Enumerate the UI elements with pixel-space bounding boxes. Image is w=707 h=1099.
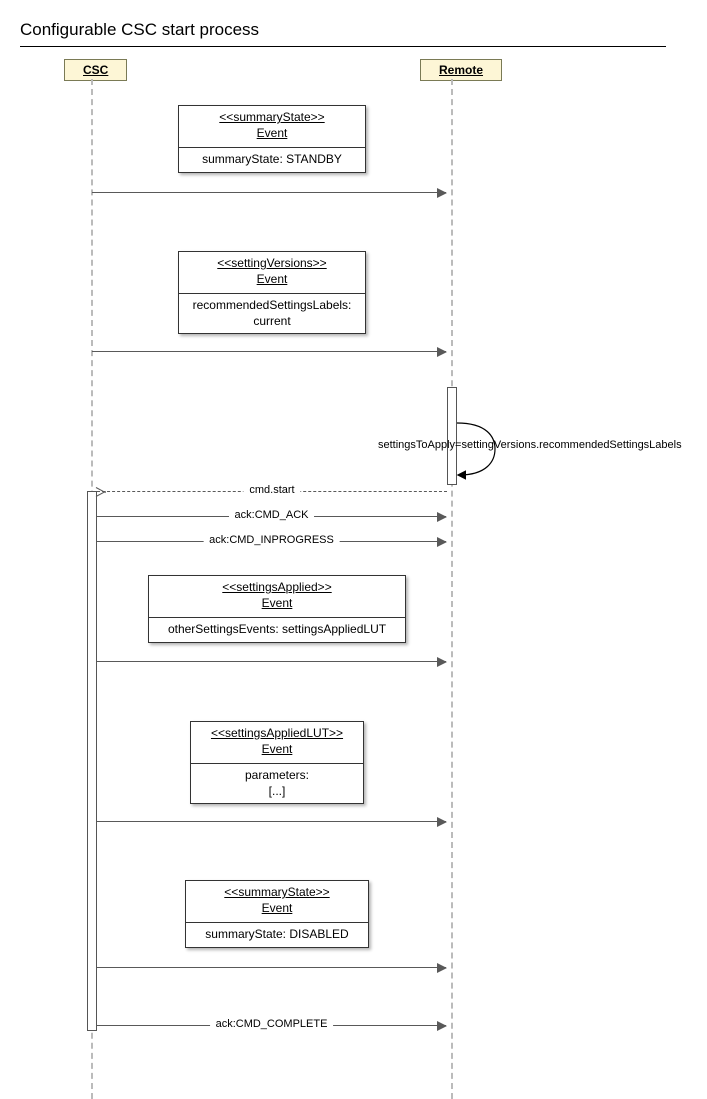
lifeline-remote	[451, 79, 453, 1099]
event-body: summaryState: DISABLED	[186, 923, 368, 947]
arrow-settingsapplied	[97, 661, 446, 662]
activation-csc	[87, 491, 97, 1031]
event-body-line2: [...]	[269, 784, 286, 798]
event-name: Event	[262, 596, 293, 610]
arrow-label: ack:CMD_COMPLETE	[210, 1018, 334, 1030]
event-settingsappliedlut: <<settingsAppliedLUT>> Event parameters:…	[190, 721, 364, 804]
event-body: summaryState: STANDBY	[179, 148, 365, 172]
diagram-title: Configurable CSC start process	[20, 20, 707, 40]
stereotype-label: <<settingsAppliedLUT>>	[211, 726, 343, 740]
self-message-label: settingsToApply=settingVersions.recommen…	[378, 439, 682, 451]
sequence-diagram: CSC Remote <<summaryState>> Event summar…	[20, 59, 700, 1099]
arrow-settingversions	[92, 351, 446, 352]
arrow-ack-complete: ack:CMD_COMPLETE	[97, 1025, 446, 1026]
stereotype-label: <<settingsApplied>>	[222, 580, 331, 594]
arrow-settingsappliedlut	[97, 821, 446, 822]
event-settingversions: <<settingVersions>> Event recommendedSet…	[178, 251, 366, 334]
arrow-label: ack:CMD_INPROGRESS	[203, 534, 340, 546]
participant-remote: Remote	[420, 59, 502, 81]
arrow-label: ack:CMD_ACK	[229, 509, 315, 521]
arrow-ack-cmdack: ack:CMD_ACK	[97, 516, 446, 517]
arrow-label: cmd.start	[243, 484, 300, 496]
arrow-summary-standby	[92, 192, 446, 193]
event-name: Event	[257, 272, 288, 286]
event-summarystate-standby: <<summaryState>> Event summaryState: STA…	[178, 105, 366, 173]
participant-csc: CSC	[64, 59, 127, 81]
activation-remote-self	[447, 387, 457, 485]
event-body-line1: parameters:	[245, 768, 309, 782]
stereotype-label: <<summaryState>>	[219, 110, 324, 124]
arrow-ack-inprogress: ack:CMD_INPROGRESS	[97, 541, 446, 542]
stereotype-label: <<settingVersions>>	[217, 256, 326, 270]
event-name: Event	[257, 126, 288, 140]
event-body: otherSettingsEvents: settingsAppliedLUT	[149, 618, 405, 642]
event-body-line1: recommendedSettingsLabels:	[193, 298, 352, 312]
event-name: Event	[262, 742, 293, 756]
arrow-summary-disabled	[97, 967, 446, 968]
arrow-cmd-start: cmd.start	[97, 491, 447, 492]
event-settingsapplied: <<settingsApplied>> Event otherSettingsE…	[148, 575, 406, 643]
title-underline	[20, 46, 666, 47]
stereotype-label: <<summaryState>>	[224, 885, 329, 899]
event-summarystate-disabled: <<summaryState>> Event summaryState: DIS…	[185, 880, 369, 948]
event-name: Event	[262, 901, 293, 915]
event-body-line2: current	[253, 314, 290, 328]
